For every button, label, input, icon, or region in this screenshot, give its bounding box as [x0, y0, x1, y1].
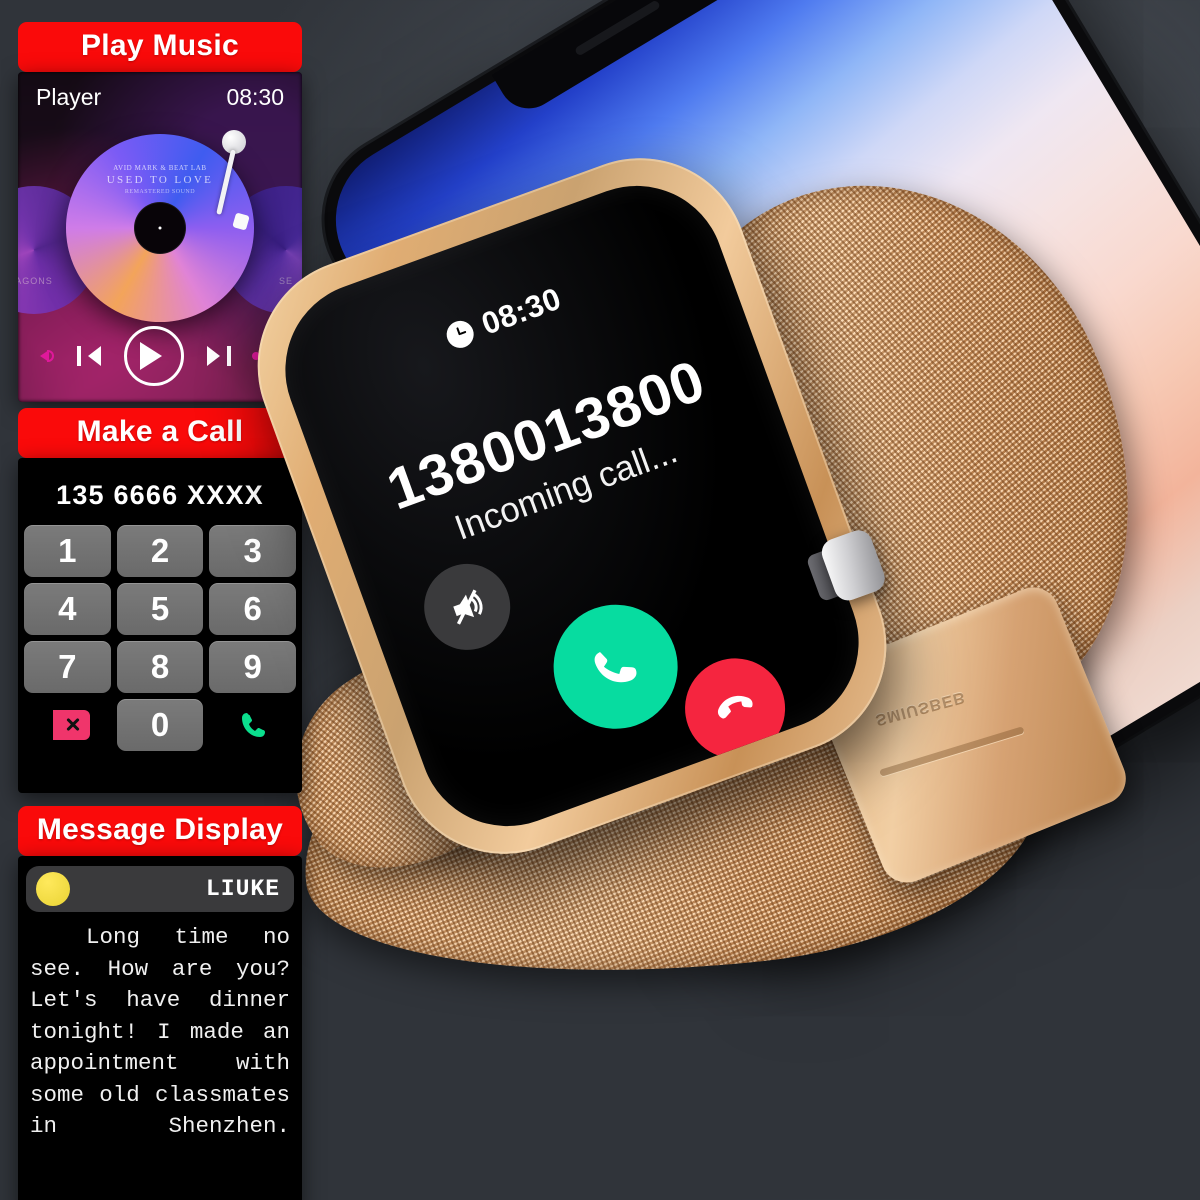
dialer-screen: 135 6666 XXXX 1 2 3 4 5 6 7 8 9 0: [18, 458, 302, 793]
avatar: [36, 872, 70, 906]
clasp-groove: [879, 726, 1025, 777]
callout-panel-call: Make a Call 135 6666 XXXX 1 2 3 4 5 6 7 …: [18, 408, 302, 793]
music-header: Player 08:30: [18, 84, 302, 111]
backspace-icon: [44, 710, 91, 740]
music-panel-banner: Play Music: [18, 22, 302, 72]
decline-call-icon[interactable]: [670, 644, 800, 773]
dialpad-key-1[interactable]: 1: [24, 525, 111, 577]
dialed-number-display: 135 6666 XXXX: [56, 480, 264, 510]
message-screen: LIUKE Long time no see. How are you? Let…: [18, 856, 302, 1200]
turntable-tonearm: [182, 130, 250, 234]
call-button[interactable]: [209, 699, 296, 751]
dialpad-key-2[interactable]: 2: [116, 525, 204, 577]
call-icon: [241, 713, 265, 737]
clock-icon: [442, 316, 478, 352]
speaker-mute-icon[interactable]: [412, 551, 523, 663]
watch-status-time: 08:30: [441, 281, 566, 356]
dialpad-key-9[interactable]: 9: [209, 641, 296, 693]
dialpad: 1 2 3 4 5 6 7 8 9 0: [24, 525, 296, 751]
next-track-icon[interactable]: [205, 345, 231, 367]
volume-icon[interactable]: [34, 346, 56, 366]
call-panel-banner: Make a Call: [18, 408, 302, 458]
watch-time-text: 08:30: [476, 280, 566, 342]
dialpad-key-8[interactable]: 8: [116, 641, 204, 693]
callout-panel-message: Message Display LIUKE Long time no see. …: [18, 806, 302, 1200]
dialpad-key-3[interactable]: 3: [209, 525, 296, 577]
previous-track-icon[interactable]: [77, 345, 103, 367]
play-icon[interactable]: [124, 326, 184, 386]
dialpad-key-4[interactable]: 4: [24, 583, 111, 635]
message-sender-row: LIUKE: [26, 866, 294, 912]
dialpad-key-6[interactable]: 6: [209, 583, 296, 635]
dialpad-key-5[interactable]: 5: [116, 583, 204, 635]
message-body-text: Long time no see. How are you? Let's hav…: [30, 924, 290, 1139]
music-header-time: 08:30: [226, 84, 284, 110]
dialpad-key-7[interactable]: 7: [24, 641, 111, 693]
dialpad-key-0[interactable]: 0: [116, 699, 204, 751]
music-header-label: Player: [36, 84, 102, 110]
accept-call-icon[interactable]: [536, 587, 696, 747]
backspace-key[interactable]: [24, 699, 111, 751]
message-sender-name: LIUKE: [205, 876, 280, 902]
message-panel-banner: Message Display: [18, 806, 302, 856]
